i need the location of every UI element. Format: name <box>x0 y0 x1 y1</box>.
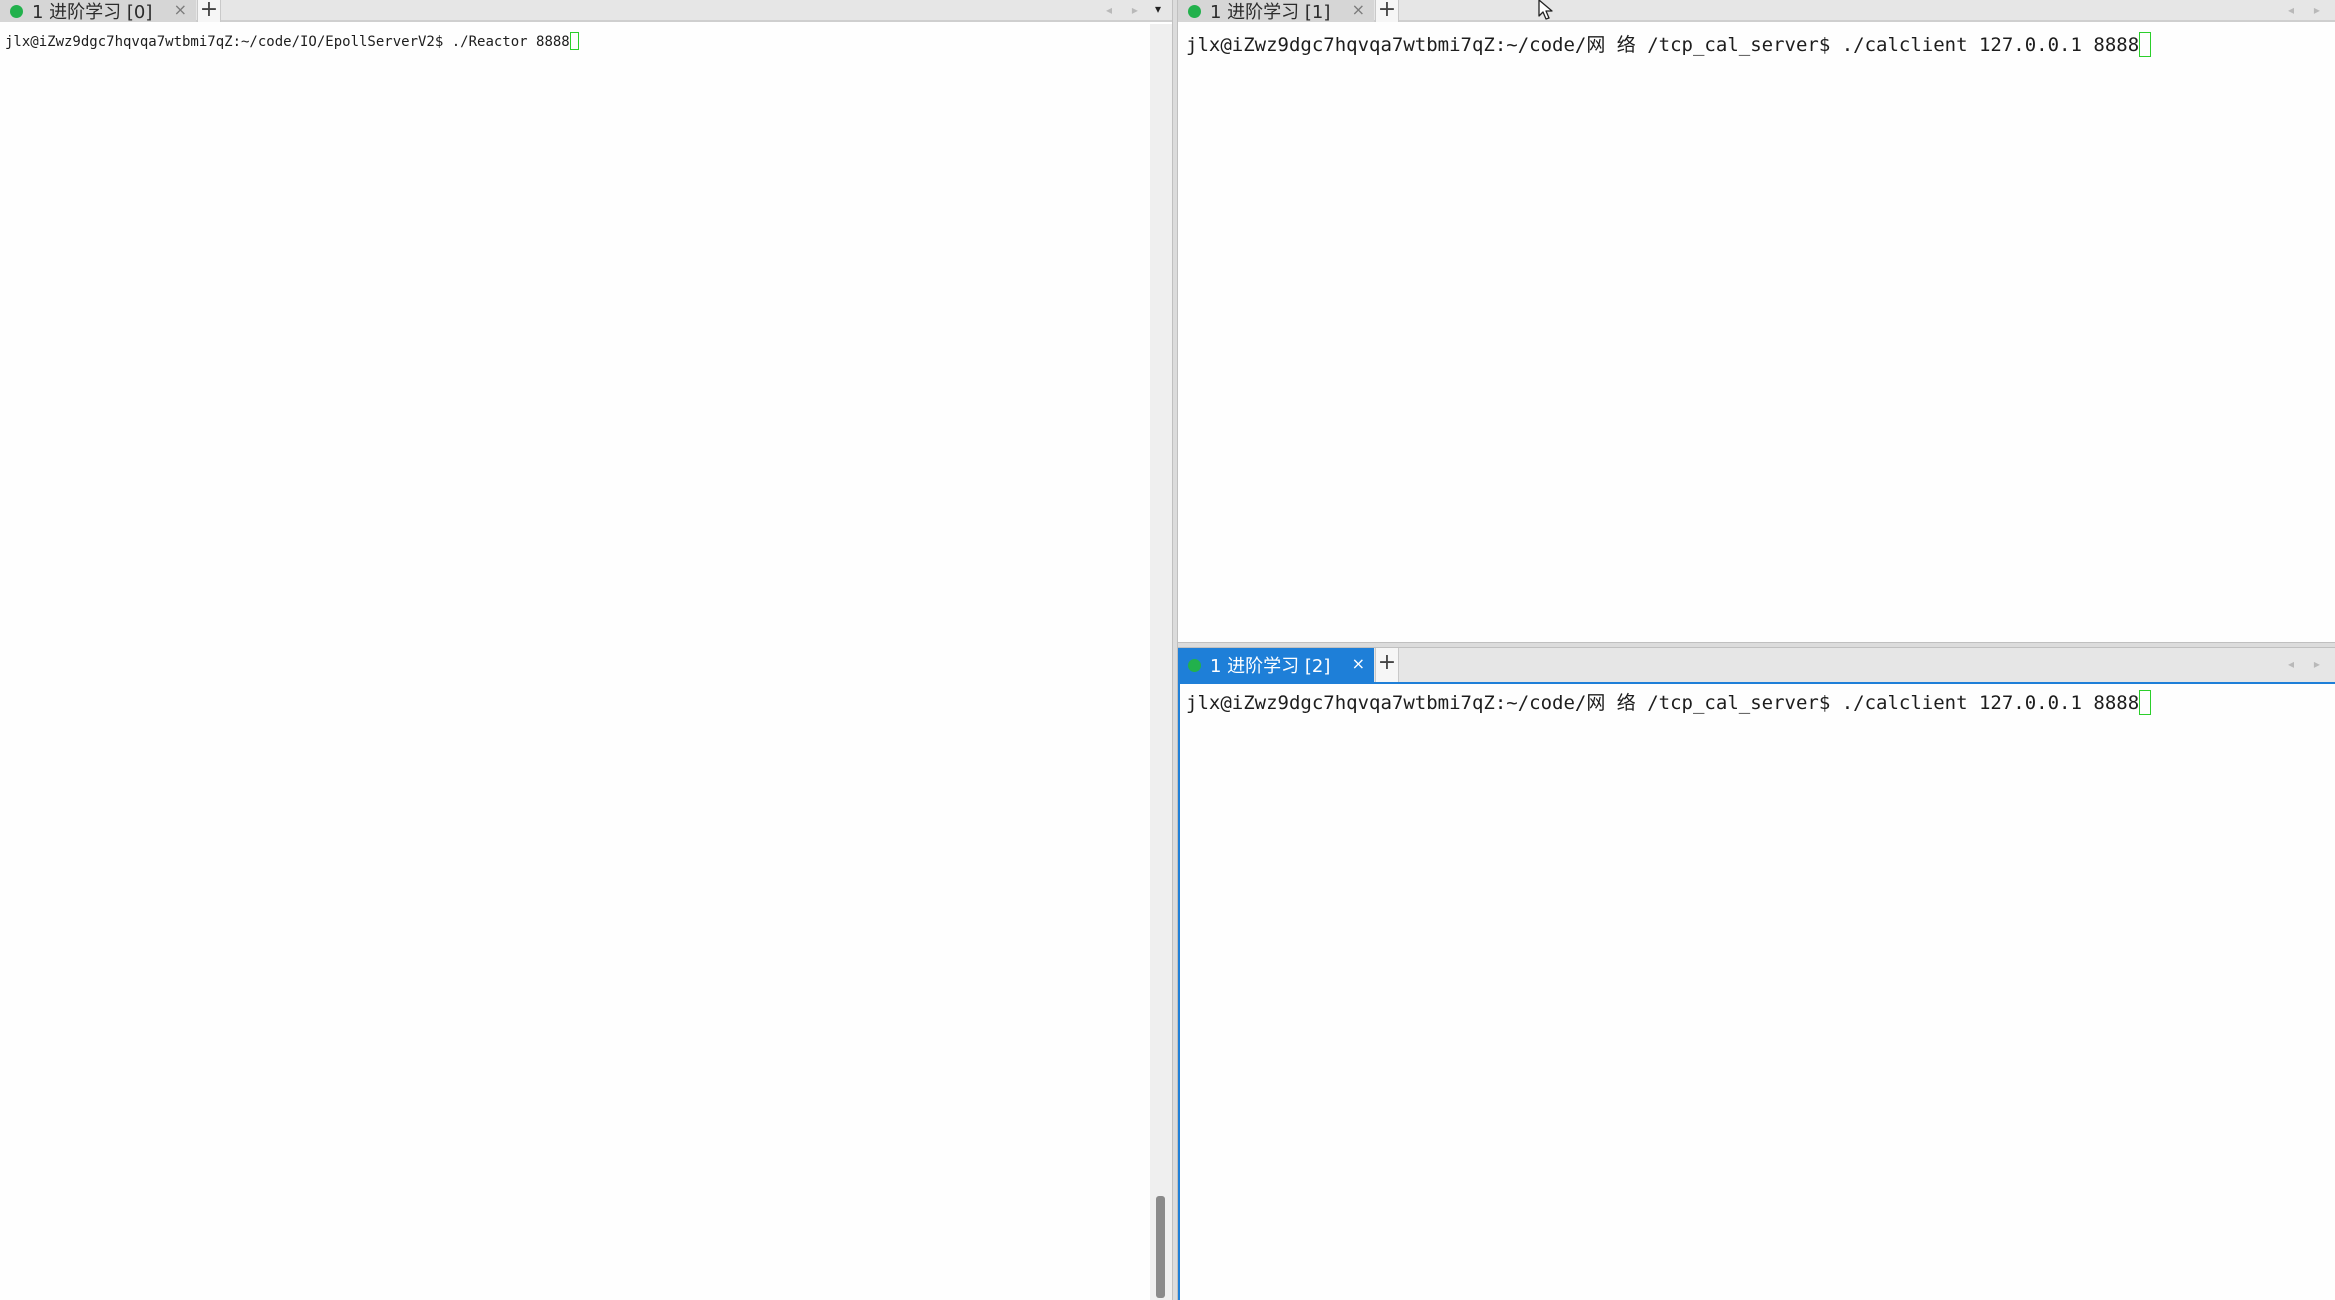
terminal-output[interactable]: jlx@iZwz9dgc7hqvqa7wtbmi7qZ:~/code/网 络 /… <box>1186 32 2152 58</box>
tab-label: 1 进阶学习 [1] <box>1210 2 1331 23</box>
right-top-tabbar: 1 进阶学习 [1] × + ◂ ▸ <box>1178 0 2335 23</box>
connection-status-icon <box>10 4 23 18</box>
terminal-app: 1 进阶学习 [0] × + ◂ ▸ ▾ jlx@iZwz9dgc7hqvqa7… <box>0 0 2335 1300</box>
tab-session-1[interactable]: 1 进阶学习 [1] × <box>1178 0 1374 23</box>
connection-status-icon <box>1188 4 1201 18</box>
tab-session-2[interactable]: 1 进阶学习 [2] × <box>1178 648 1374 682</box>
terminal-prompt: jlx@iZwz9dgc7hqvqa7wtbmi7qZ:~/code/网 络 /… <box>1186 34 1842 56</box>
left-terminal-pane: 1 进阶学习 [0] × + ◂ ▸ ▾ jlx@iZwz9dgc7hqvqa7… <box>0 0 1172 1300</box>
terminal-output[interactable]: jlx@iZwz9dgc7hqvqa7wtbmi7qZ:~/code/网 络 /… <box>1186 690 2152 716</box>
tab-label: 1 进阶学习 [2] <box>1210 656 1331 677</box>
terminal-prompt: jlx@iZwz9dgc7hqvqa7wtbmi7qZ:~/code/网 络 /… <box>1186 692 1842 714</box>
right-bottom-tabbar: 1 进阶学习 [2] × + ◂ ▸ <box>1178 648 2335 684</box>
close-tab-icon[interactable]: × <box>174 0 187 22</box>
left-scrollbar-track[interactable] <box>1150 24 1172 1300</box>
terminal-command: ./Reactor 8888 <box>451 34 570 50</box>
tab-scroll-arrows-icon[interactable]: ◂ ▸ <box>2288 648 2328 682</box>
new-tab-button[interactable]: + <box>1375 0 1399 22</box>
close-tab-icon[interactable]: × <box>1352 648 1365 682</box>
new-tab-button[interactable]: + <box>197 0 221 22</box>
terminal-command: ./calclient 127.0.0.1 8888 <box>1841 692 2140 714</box>
tab-label: 1 进阶学习 [0] <box>32 2 153 23</box>
terminal-command: ./calclient 127.0.0.1 8888 <box>1841 34 2140 56</box>
tab-session-0[interactable]: 1 进阶学习 [0] × <box>0 0 196 23</box>
terminal-output[interactable]: jlx@iZwz9dgc7hqvqa7wtbmi7qZ:~/code/IO/Ep… <box>5 32 579 52</box>
chevron-down-icon[interactable]: ▾ <box>1155 0 1161 22</box>
text-cursor <box>2139 32 2152 57</box>
right-top-terminal-pane: 1 进阶学习 [1] × + ◂ ▸ jlx@iZwz9dgc7hqvqa7wt… <box>1178 0 2335 642</box>
mouse-pointer-icon <box>1538 0 1553 20</box>
tab-scroll-arrows-icon[interactable]: ◂ ▸ <box>1106 0 1146 22</box>
left-tabbar: 1 进阶学习 [0] × + ◂ ▸ ▾ <box>0 0 1172 23</box>
text-cursor <box>2139 690 2152 715</box>
terminal-prompt: jlx@iZwz9dgc7hqvqa7wtbmi7qZ:~/code/IO/Ep… <box>5 34 452 50</box>
active-pane-indicator <box>1178 684 1180 1300</box>
left-scrollbar-thumb[interactable] <box>1156 1196 1165 1298</box>
connection-status-icon <box>1188 658 1201 672</box>
text-cursor <box>569 32 579 50</box>
right-bottom-terminal-pane: 1 进阶学习 [2] × + ◂ ▸ jlx@iZwz9dgc7hqvqa7wt… <box>1178 648 2335 1300</box>
tab-scroll-arrows-icon[interactable]: ◂ ▸ <box>2288 0 2328 22</box>
new-tab-button[interactable]: + <box>1375 648 1399 682</box>
close-tab-icon[interactable]: × <box>1352 0 1365 22</box>
